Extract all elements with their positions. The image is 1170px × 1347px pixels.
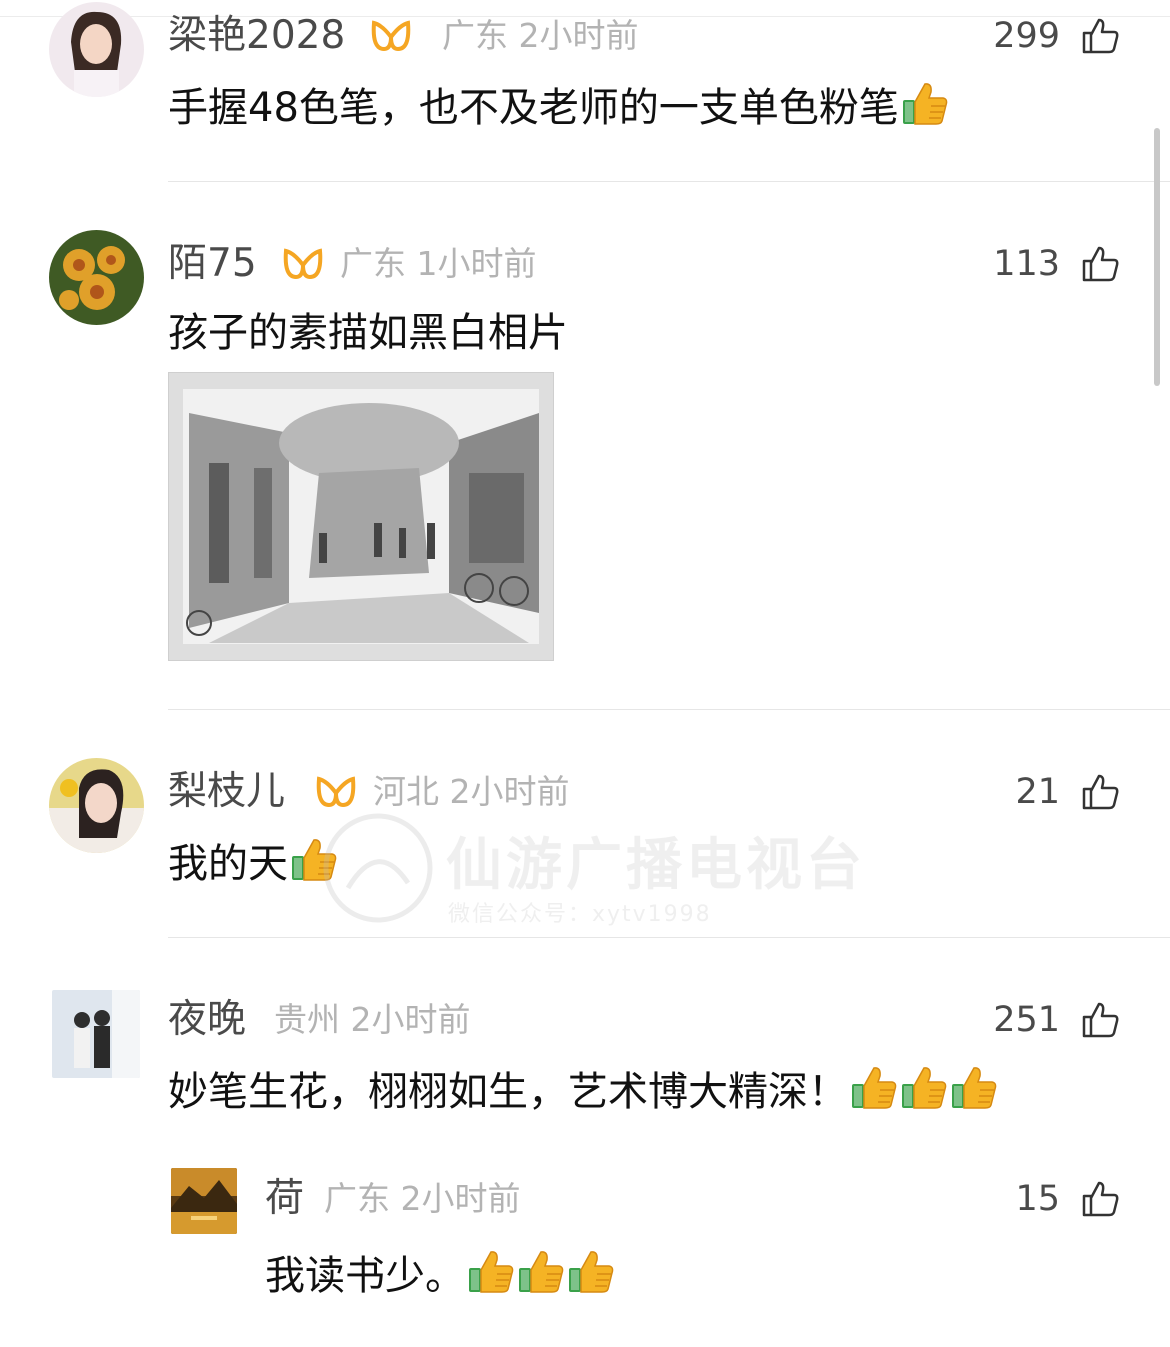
attached-sketch-image[interactable]: [168, 372, 554, 661]
timestamp: 2小时前: [518, 16, 639, 55]
timestamp: 2小时前: [350, 1000, 471, 1039]
comment-content: 妙笔生花，栩栩如生，艺术博大精深！: [168, 1069, 848, 1115]
watermark-title: 仙游广播电视台: [446, 833, 866, 898]
comment-meta: 贵州 2小时前: [274, 997, 471, 1043]
avatar[interactable]: [49, 758, 144, 853]
thumbs-up-emoji-icon: [950, 1064, 998, 1112]
comment-content: 手握48色笔，也不及老师的一支单色粉笔: [168, 85, 899, 131]
like-icon[interactable]: [1080, 1179, 1120, 1219]
comment-text: 妙笔生花，栩栩如生，艺术博大精深！: [168, 1064, 998, 1117]
location: 贵州: [274, 1000, 340, 1039]
avatar[interactable]: [49, 230, 144, 325]
comment-content: 我读书少。: [265, 1253, 465, 1299]
watermark: 仙游广播电视台 微信公众号：xytv1998: [318, 808, 878, 928]
thumbs-up-emoji-icon: [517, 1248, 565, 1296]
vip-badge-icon: [371, 20, 411, 52]
like-icon[interactable]: [1080, 1000, 1120, 1040]
avatar[interactable]: [49, 2, 144, 97]
watermark-subtitle: 微信公众号：xytv1998: [448, 902, 712, 927]
divider: [168, 181, 1170, 182]
scrollbar[interactable]: [1154, 128, 1160, 386]
username[interactable]: 梁艳2028: [168, 13, 345, 59]
avatar[interactable]: [52, 990, 140, 1078]
thumbs-up-emoji-icon: [901, 80, 949, 128]
like-count: 299: [993, 16, 1060, 56]
username[interactable]: 荷: [265, 1176, 304, 1222]
timestamp: 2小时前: [400, 1179, 521, 1218]
location: 广东: [324, 1179, 390, 1218]
like-count: 113: [993, 244, 1060, 284]
vip-badge-icon: [316, 776, 356, 808]
thumbs-up-emoji-icon: [467, 1248, 515, 1296]
username[interactable]: 夜晚: [168, 997, 246, 1043]
watermark-logo-icon: [323, 813, 433, 923]
comment-meta: 广东 1小时前: [340, 241, 537, 287]
comment-text: 孩子的素描如黑白相片: [168, 308, 568, 358]
comment-meta: 广东 2小时前: [442, 13, 639, 59]
like-icon[interactable]: [1080, 16, 1120, 56]
like-count: 15: [1015, 1179, 1060, 1219]
like-icon[interactable]: [1080, 772, 1120, 812]
like-count: 251: [993, 1000, 1060, 1040]
username[interactable]: 陌75: [168, 241, 257, 287]
thumbs-up-emoji-icon: [850, 1064, 898, 1112]
comment-text: 手握48色笔，也不及老师的一支单色粉笔: [168, 80, 949, 133]
vip-badge-icon: [283, 248, 323, 280]
comment-content: 孩子的素描如黑白相片: [168, 310, 568, 356]
location: 广东: [340, 244, 406, 283]
location: 河北: [373, 772, 439, 811]
divider: [168, 937, 1170, 938]
location: 广东: [442, 16, 508, 55]
avatar[interactable]: [171, 1168, 237, 1234]
comment-text: 我读书少。: [265, 1248, 615, 1301]
like-count: 21: [1015, 772, 1060, 812]
timestamp: 1小时前: [416, 244, 537, 283]
like-icon[interactable]: [1080, 244, 1120, 284]
thumbs-up-emoji-icon: [900, 1064, 948, 1112]
comment-text: 我的天: [168, 836, 338, 889]
comment-meta: 广东 2小时前: [324, 1176, 521, 1222]
username[interactable]: 梨枝儿: [168, 769, 285, 815]
timestamp: 2小时前: [449, 772, 570, 811]
comment-content: 我的天: [168, 841, 288, 887]
thumbs-up-emoji-icon: [567, 1248, 615, 1296]
divider: [168, 709, 1170, 710]
